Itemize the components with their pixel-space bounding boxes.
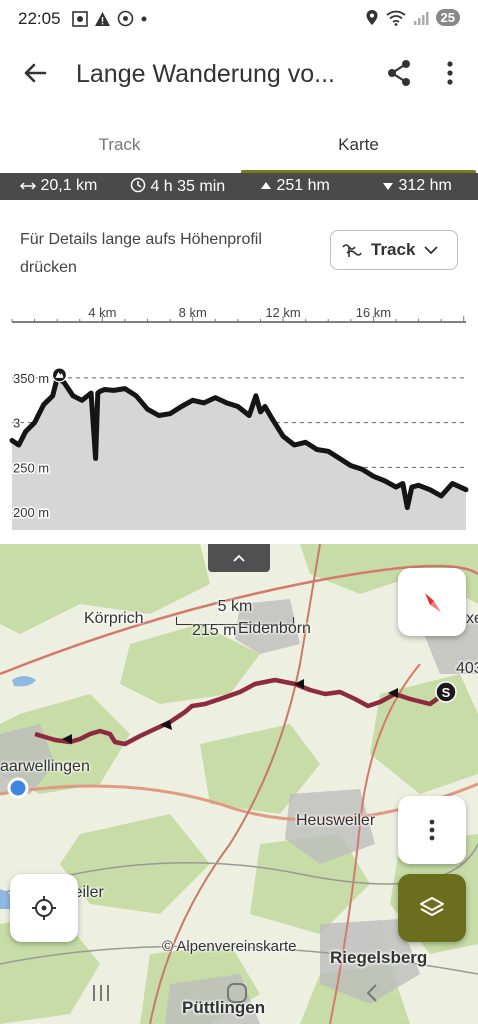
- x-tick-label: 4 km: [88, 305, 116, 320]
- compass-button[interactable]: [398, 568, 466, 636]
- scale-label: 5 km: [217, 598, 253, 615]
- current-location-dot: [7, 777, 29, 799]
- stat-descent-value: 312 hm: [398, 177, 452, 194]
- x-axis: 4 km 8 km 12 km 16 km: [11, 305, 466, 323]
- chart-markers: [51, 367, 68, 383]
- y-tick-label: 3: [13, 416, 20, 431]
- track-select-dropdown[interactable]: Track: [330, 230, 458, 270]
- location-icon: [366, 10, 378, 25]
- x-tick-label: 12 km: [265, 305, 300, 320]
- label-saarwellingen: aarwellingen: [0, 758, 90, 775]
- stat-ascent-value: 251 hm: [276, 177, 330, 194]
- back-button[interactable]: [18, 56, 52, 90]
- stat-duration-value: 4 h 35 min: [150, 178, 226, 195]
- clock-icon: [130, 177, 146, 193]
- stat-ascent: 251 hm: [260, 177, 330, 195]
- y-tick-label: 350 m: [13, 371, 49, 386]
- chevron-down-icon: [424, 246, 439, 255]
- status-bar: 22:05 25: [0, 0, 478, 40]
- tab-bar: Track Karte: [0, 120, 478, 173]
- x-tick-label: 16 km: [356, 305, 391, 320]
- crosshair-icon: [32, 896, 56, 920]
- start-marker[interactable]: S: [435, 681, 457, 703]
- warning-icon: [95, 11, 110, 26]
- track-route-icon: [342, 244, 362, 257]
- wifi-icon: [385, 10, 406, 26]
- map-options-button[interactable]: [398, 796, 466, 864]
- nav-home-icon[interactable]: [226, 982, 248, 1004]
- stat-duration: 4 h 35 min: [130, 177, 225, 196]
- locate-me-button[interactable]: [10, 874, 78, 942]
- start-marker-label: S: [442, 685, 451, 700]
- ascent-icon: [261, 181, 271, 189]
- elevation-profile-chart[interactable]: 4 km 8 km 12 km 16 km 350 m 3 250 m 200 m: [0, 300, 478, 540]
- distance-icon: [19, 182, 37, 190]
- nav-back-icon[interactable]: [362, 982, 384, 1004]
- y-tick-label: 200 m: [13, 505, 49, 520]
- stat-descent: 312 hm: [382, 177, 452, 195]
- page-title: Lange Wanderung vo...: [76, 60, 335, 88]
- tab-karte[interactable]: Karte: [239, 120, 478, 173]
- stat-distance-value: 20,1 km: [40, 177, 98, 194]
- back-arrow-icon: [24, 63, 47, 83]
- battery-indicator: 25: [435, 9, 460, 26]
- tab-track[interactable]: Track: [0, 120, 239, 173]
- whatsapp-icon: [117, 10, 134, 27]
- label-riegelsberg: Riegelsberg: [330, 948, 428, 967]
- share-button[interactable]: [384, 58, 414, 88]
- compass-icon: [425, 593, 441, 612]
- screenshot-icon: [72, 10, 88, 27]
- map-layers-button[interactable]: [398, 874, 466, 942]
- track-select-label: Track: [371, 240, 416, 259]
- share-icon: [388, 60, 410, 86]
- expand-sheet-button[interactable]: [208, 544, 270, 572]
- more-options-button[interactable]: [438, 58, 462, 88]
- more-vert-icon: [447, 61, 453, 85]
- label-elevation-215: 215 m: [192, 622, 237, 639]
- profile-hint: Für Details lange aufs Höhenprofil drück…: [20, 231, 262, 276]
- descent-icon: [383, 182, 393, 190]
- stat-distance: 20,1 km: [19, 177, 98, 195]
- label-403: 403: [456, 660, 478, 677]
- label-korprich: Körprich: [84, 610, 144, 627]
- x-tick-label: 8 km: [179, 305, 207, 320]
- label-edge: xe: [466, 610, 478, 627]
- dot-icon: [141, 16, 147, 21]
- map-view[interactable]: S 5 km Körprich 215 m Eidenborn 403 xe a…: [0, 544, 478, 1024]
- layers-icon: [420, 897, 444, 916]
- more-vert-icon: [429, 819, 435, 841]
- chevron-up-icon: [233, 554, 245, 562]
- nav-recents-icon[interactable]: [90, 982, 112, 1004]
- map-copyright: © Alpenvereinskarte: [162, 938, 297, 955]
- summit-icon: [51, 367, 68, 383]
- app-bar: Lange Wanderung vo...: [0, 40, 478, 108]
- y-tick-label: 250 m: [13, 460, 49, 475]
- signal-icon: [413, 11, 429, 25]
- status-time: 22:05: [18, 9, 61, 28]
- label-eidenborn: Eidenborn: [238, 620, 311, 637]
- label-puettlingen: Püttlingen: [182, 998, 266, 1017]
- label-heusweiler: Heusweiler: [296, 812, 376, 829]
- stats-bar: 20,1 km 4 h 35 min 251 hm 312 hm: [0, 173, 478, 200]
